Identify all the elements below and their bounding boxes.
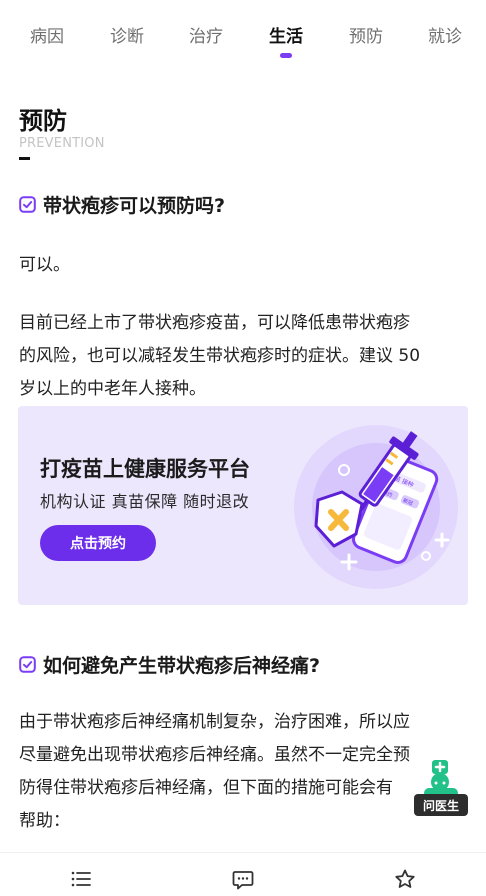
ask-doctor-button[interactable]: 问医生 (414, 794, 468, 816)
section-divider (19, 157, 30, 160)
question-heading: 带状疱疹可以预防吗? (19, 191, 225, 218)
tab-prevention[interactable]: 预防 (349, 22, 383, 47)
answer-line: 尽量避免出现带状疱疹后神经痛。虽然不一定完全预 (19, 745, 410, 765)
answer-line: 岁以上的中老年人接种。 (19, 379, 206, 399)
answer-line: 帮助： (19, 811, 70, 831)
tab-life[interactable]: 生活 (269, 22, 303, 47)
bottom-toolbar (0, 852, 486, 896)
book-appointment-button[interactable]: 点击预约 (40, 525, 156, 561)
list-icon[interactable] (70, 868, 92, 890)
answer-line: 防得住带状疱疹后神经痛，但下面的措施可能会有 (19, 778, 393, 798)
star-icon[interactable] (394, 868, 416, 890)
question-text: 带状疱疹可以预防吗? (43, 195, 226, 217)
answer-line: 由于带状疱疹后神经痛机制复杂，治疗困难，所以应 (19, 712, 410, 732)
banner-title: 打疫苗上健康服务平台 (40, 457, 250, 481)
vaccine-illustration-icon: 疫苗 接种 预约 新冠 (294, 425, 458, 589)
check-box-icon (19, 656, 36, 673)
check-box-icon (19, 196, 36, 213)
tab-visit[interactable]: 就诊 (428, 22, 462, 47)
tab-diagnosis[interactable]: 诊断 (110, 22, 144, 47)
active-tab-indicator (280, 53, 292, 58)
answer-line: 目前已经上市了带状疱疹疫苗，可以降低患带状疱疹 (19, 313, 410, 333)
answer-line: 的风险，也可以减轻发生带状疱疹时的症状。建议 50 (19, 346, 421, 366)
vaccine-banner[interactable]: 打疫苗上健康服务平台 机构认证 真苗保障 随时退改 点击预约 疫苗 接种 预约 … (18, 406, 468, 605)
banner-subtitle: 机构认证 真苗保障 随时退改 (40, 492, 250, 511)
tab-cause[interactable]: 病因 (30, 22, 64, 47)
chat-icon[interactable] (232, 868, 254, 890)
answer-short: 可以。 (19, 255, 70, 275)
tab-treatment[interactable]: 治疗 (189, 22, 223, 47)
category-tabs: 病因 诊断 治疗 生活 预防 就诊 (0, 0, 486, 68)
section-title: 预防 (19, 107, 67, 135)
section-subtitle: PREVENTION (19, 136, 105, 151)
question-heading: 如何避免产生带状疱疹后神经痛? (19, 651, 320, 678)
question-text: 如何避免产生带状疱疹后神经痛? (43, 655, 321, 677)
